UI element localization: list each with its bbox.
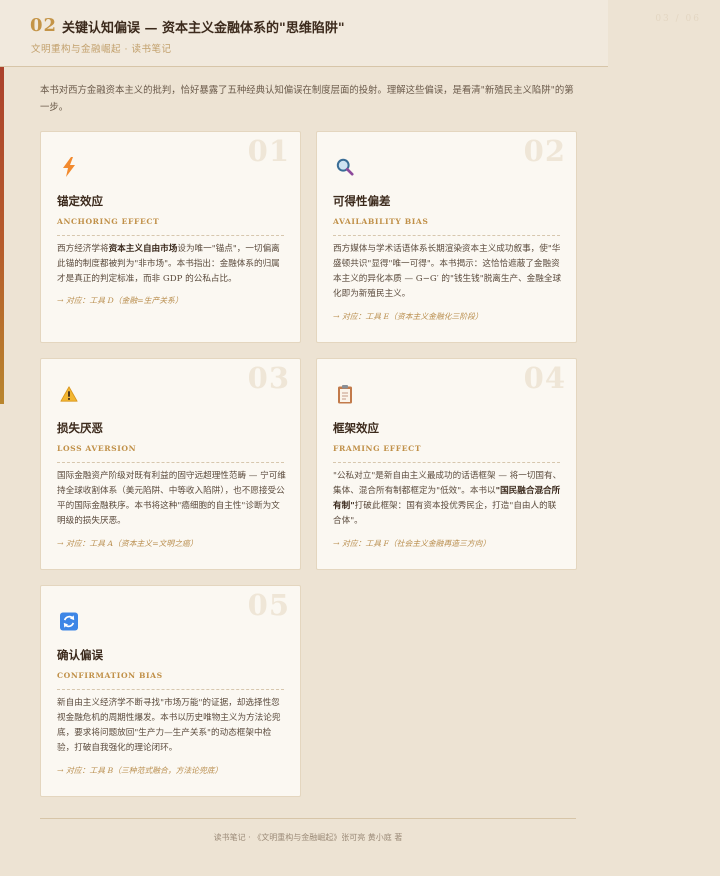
card-body: 新自由主义经济学不断寻找"市场万能"的证据，却选择性忽视金融危机的周期性爆发。本… [57, 698, 281, 753]
card-number: 03 [247, 361, 290, 395]
bias-card-framing: 04 框架效应 FRAMING EFFECT "公私对立"是新自由主义最成功的话… [316, 358, 577, 570]
refresh-icon [60, 612, 78, 630]
card-title: 可得性偏差 [333, 194, 391, 208]
bias-card-anchoring: 01 锚定效应 ANCHORING EFFECT 西方经济学将资本主义自由市场设… [40, 131, 301, 343]
page-header: 02 关键认知偏误 — 资本主义金融体系的"思维陷阱" 文明重构与金融崛起 · … [0, 0, 608, 67]
card-english-title: CONFIRMATION BIAS [57, 671, 163, 680]
chapter-title: 关键认知偏误 — 资本主义金融体系的"思维陷阱" [62, 21, 345, 36]
bias-card-availability: 02 可得性偏差 AVAILABILITY BIAS 西方媒体与学术话语体系长期… [316, 131, 577, 343]
chapter-number: 02 [30, 15, 58, 36]
card-body: "公私对立"是新自由主义最成功的话语框架 — 将一切国有、集体、混合所有制都框定… [333, 471, 562, 526]
card-english-title: AVAILABILITY BIAS [333, 217, 429, 226]
magnifier-icon [336, 158, 354, 176]
card-english-title: ANCHORING EFFECT [57, 217, 160, 226]
card-divider [333, 462, 560, 463]
card-divider [57, 235, 284, 236]
card-body: 西方经济学将资本主义自由市场设为唯一"锚点"，一切偏离此锚的制度都被判为"非市场… [57, 244, 280, 284]
chapter-subtitle: 文明重构与金融崛起 · 读书笔记 [31, 44, 172, 55]
card-english-title: FRAMING EFFECT [333, 444, 422, 453]
card-title: 确认偏误 [57, 648, 103, 662]
card-title: 锚定效应 [57, 194, 103, 208]
card-reference: → 对应：工具 A（资本主义=文明之癌） [57, 539, 198, 548]
card-english-title: LOSS AVERSION [57, 444, 137, 453]
card-reference: → 对应：工具 E（资本主义金融化三阶段） [333, 312, 483, 321]
card-number: 02 [523, 134, 566, 168]
card-reference: → 对应：工具 F（社会主义金融再造三方向） [333, 539, 491, 548]
card-number: 01 [247, 134, 290, 168]
intro-paragraph: 本书对西方金融资本主义的批判，恰好暴露了五种经典认知偏误在制度层面的投射。理解这… [40, 85, 574, 113]
bias-card-confirmation: 05 确认偏误 CONFIRMATION BIAS 新自由主义经济学不断寻找"市… [40, 585, 301, 797]
card-number: 04 [523, 361, 566, 395]
card-title: 损失厌恶 [57, 421, 103, 435]
bias-card-loss-aversion: 03 损失厌恶 LOSS AVERSION 国际金融资产阶级对既有利益的固守远超… [40, 358, 301, 570]
card-reference: → 对应：工具 D（金融=生产关系） [57, 296, 183, 305]
page-footer: 读书笔记 · 《文明重构与金融崛起》张可亮 黄小庭 著 [213, 833, 403, 842]
card-divider [57, 462, 284, 463]
card-divider [57, 689, 284, 690]
card-body: 国际金融资产阶级对既有利益的固守远超理性范畴 — 宁可维持全球收割体系（美元陷阱… [57, 471, 286, 526]
footer-divider [40, 818, 576, 819]
page-indicator: 03 / 06 [655, 14, 701, 24]
card-body: 西方媒体与学术话语体系长期渲染资本主义成功叙事，使"华盛顿共识"显得"唯一可得"… [333, 244, 562, 299]
card-number: 05 [247, 588, 290, 622]
card-title: 框架效应 [333, 421, 379, 435]
card-divider [333, 235, 560, 236]
clipboard-icon [336, 385, 354, 404]
lightning-icon [60, 157, 78, 177]
card-reference: → 对应：工具 B（三种范式融合，方法论兜底） [57, 766, 223, 775]
warning-icon [60, 385, 78, 403]
